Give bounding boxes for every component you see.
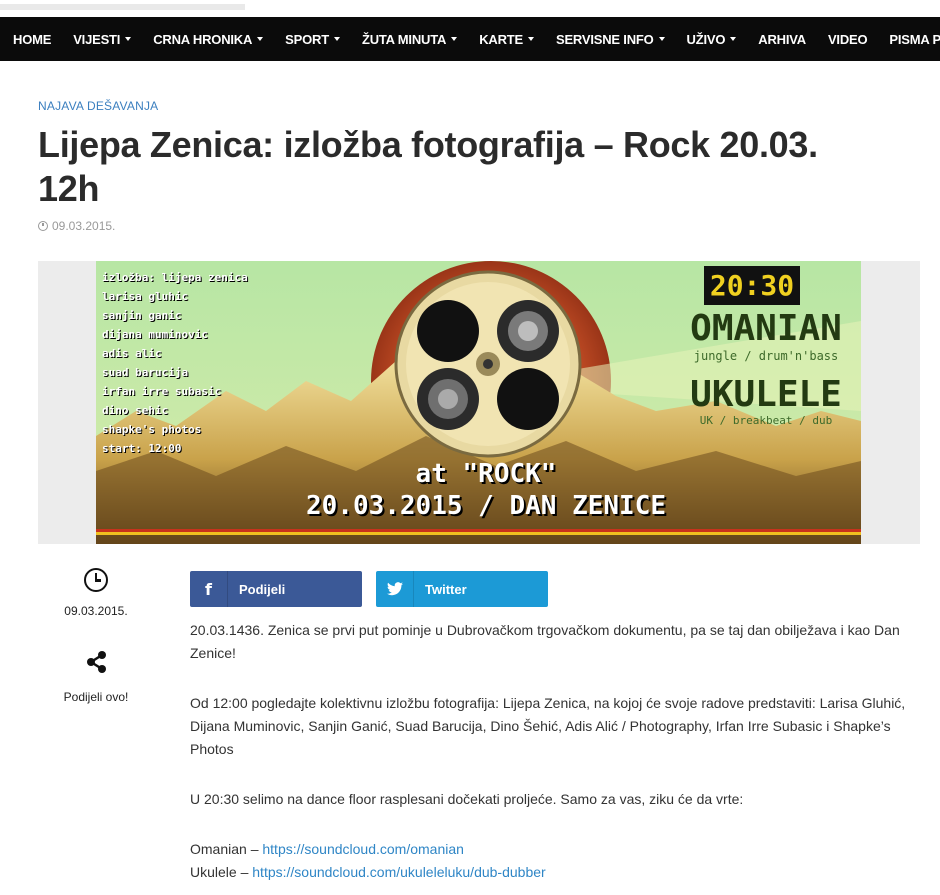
nav-item-crna-hronika[interactable]: CRNA HRONIKA [142, 17, 274, 61]
poster-line: dijana muminovic [102, 328, 208, 341]
facebook-share-button[interactable]: f Podijeli [190, 571, 362, 607]
article-body: 20.03.1436. Zenica se prvi put pominje u… [190, 619, 920, 884]
nav-item-arhiva[interactable]: ARHIVA [747, 17, 817, 61]
nav-label: UŽIVO [686, 31, 726, 47]
poster-line: shapke's photos [102, 423, 202, 436]
caret-down-icon [257, 37, 264, 41]
twitter-share-label: Twitter [425, 581, 467, 597]
facebook-share-label: Podijeli [239, 581, 286, 597]
nav-item-zuta-minuta[interactable]: ŽUTA MINUTA [351, 17, 468, 61]
nav-label: KARTE [479, 31, 523, 47]
article-date: 09.03.2015. [38, 219, 115, 233]
nav-label: ARHIVA [758, 31, 806, 47]
featured-image-poster: izložba: lijepa zenica larisa gluhic san… [96, 261, 861, 544]
poster-line: dino sehic [102, 404, 169, 417]
poster-line: izložba: lijepa zenica [102, 271, 248, 284]
caret-down-icon [333, 37, 340, 41]
nav-item-vijesti[interactable]: VIJESTI [62, 17, 142, 61]
poster-dj1-name: OMANIAN [690, 308, 842, 349]
nav-label: SERVISNE INFO [555, 31, 654, 47]
article-date-text: 09.03.2015. [52, 219, 116, 233]
poster-line: irfan irre subasic [102, 385, 222, 398]
body-paragraph: Od 12:00 pogledajte kolektivnu izložbu f… [190, 695, 906, 757]
poster-event: 20.03.2015 / DAN ZENICE [305, 491, 667, 521]
poster-line: suad barucija [102, 366, 189, 379]
nav-item-video[interactable]: VIDEO [817, 17, 878, 61]
poster-line: sanjin ganic [102, 309, 182, 322]
poster-dj2-name: UKULELE [690, 374, 842, 415]
nav-label: PISMA PRIJATELJA [889, 31, 940, 47]
sidebar-share-label: Podijeli ovo! [63, 690, 129, 704]
top-strip-bar [0, 4, 245, 10]
article-category-link[interactable]: NAJAVA DEŠAVANJA [38, 99, 158, 113]
nav-item-uzivo[interactable]: UŽIVO [676, 17, 748, 61]
link-prefix: Ukulele – [190, 864, 253, 880]
nav-label: CRNA HRONIKA [153, 31, 253, 47]
share-icon[interactable] [84, 649, 110, 675]
body-paragraph: U 20:30 selimo na dance floor rasplesani… [190, 791, 744, 807]
poster-venue: at "ROCK" [415, 459, 557, 489]
nav-label: HOME [13, 31, 52, 47]
facebook-icon: f [190, 571, 228, 607]
body-paragraph: 20.03.1436. Zenica se prvi put pominje u… [190, 622, 900, 661]
nav-label: VIDEO [827, 31, 868, 47]
poster-time: 20:30 [709, 269, 795, 302]
top-strip [0, 0, 940, 14]
nav-item-sport[interactable]: SPORT [274, 17, 351, 61]
omanian-soundcloud-link[interactable]: https://soundcloud.com/omanian [262, 841, 464, 857]
twitter-share-button[interactable]: Twitter [376, 571, 548, 607]
nav-label: SPORT [285, 31, 329, 47]
nav-item-pisma-prijatelja[interactable]: PISMA PRIJATELJA [878, 17, 940, 61]
clock-icon [84, 568, 108, 592]
nav-item-karte[interactable]: KARTE [468, 17, 545, 61]
article-title: Lijepa Zenica: izložba fotografija – Roc… [38, 124, 818, 209]
poster-exhibition-list: izložba: lijepa zenica larisa gluhic san… [102, 268, 248, 458]
poster-line: larisa gluhic [102, 290, 189, 303]
link-line: Omanian – https://soundcloud.com/omanian [190, 838, 920, 861]
poster-line: adis alic [102, 347, 162, 360]
nav-label: ŽUTA MINUTA [361, 31, 447, 47]
poster-dj1-genre: jungle / drum'n'bass [693, 349, 839, 363]
link-prefix: Omanian – [190, 841, 263, 857]
nav-item-servisne-info[interactable]: SERVISNE INFO [545, 17, 676, 61]
nav-item-home[interactable]: HOME [0, 17, 62, 61]
poster-dj2-genre: UK / breakbeat / dub [699, 414, 833, 427]
poster-line: start: 12:00 [102, 442, 182, 455]
ukulele-soundcloud-link[interactable]: https://soundcloud.com/ukuleleluku/dub-d… [252, 864, 545, 880]
nav-label: VIJESTI [73, 31, 121, 47]
clock-icon [38, 221, 48, 231]
caret-down-icon [125, 37, 132, 41]
caret-down-icon [451, 37, 458, 41]
caret-down-icon [730, 37, 737, 41]
caret-down-icon [527, 37, 534, 41]
caret-down-icon [658, 37, 665, 41]
sidebar-date: 09.03.2015. [64, 604, 128, 618]
soundcloud-links: Omanian – https://soundcloud.com/omanian… [190, 838, 920, 884]
link-line: Ukulele – https://soundcloud.com/ukulele… [190, 861, 920, 884]
main-navigation: HOME VIJESTI CRNA HRONIKA SPORT ŽUTA MIN… [0, 17, 940, 61]
twitter-bird-icon [376, 571, 414, 607]
